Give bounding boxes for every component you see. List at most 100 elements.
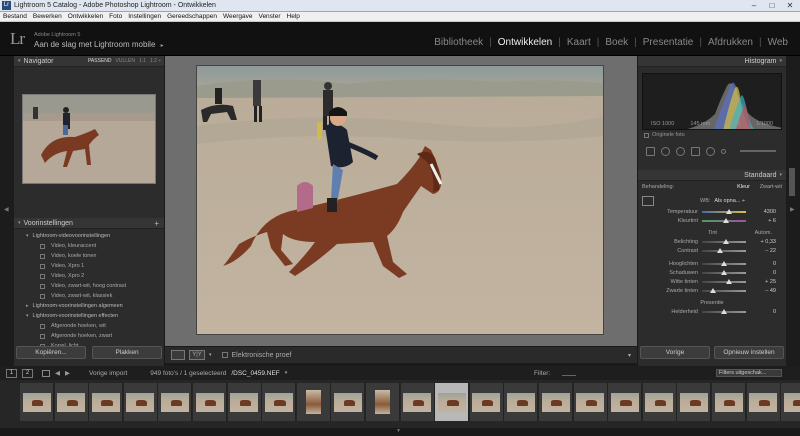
graduated-filter-icon[interactable] <box>691 146 700 156</box>
histogram[interactable]: ISO 1000 145 mm f / 4,0 1/1000 <box>642 73 782 130</box>
menu-item-help[interactable]: Help <box>287 13 300 20</box>
radial-filter-icon[interactable] <box>706 146 715 156</box>
slider-value[interactable]: + 0,33 <box>761 239 776 245</box>
wb-select[interactable]: Als opna... ÷ <box>714 198 745 204</box>
toolbar-menu-icon[interactable]: ▾ <box>628 352 631 359</box>
auto-tone-button[interactable]: Autom. <box>755 230 772 236</box>
slider-row[interactable]: Contrast – 22 <box>638 246 786 255</box>
preset-group[interactable]: ▸ Lightroom-voorinstellingen algemeen <box>14 301 164 311</box>
filmstrip-thumbnail[interactable] <box>20 383 54 421</box>
slider-knob[interactable] <box>721 260 727 266</box>
slider-value[interactable]: 0 <box>773 261 776 267</box>
filmstrip-thumbnail[interactable] <box>435 383 470 421</box>
slider-value[interactable]: 0 <box>773 309 776 315</box>
histogram-header[interactable]: Histogram ▾ <box>638 56 786 67</box>
back-arrow-icon[interactable]: ◀ <box>55 369 60 377</box>
slider-knob[interactable] <box>721 269 727 275</box>
slider-row[interactable]: Helderheid 0 <box>638 307 786 316</box>
menu-item-gereedschappen[interactable]: Gereedschappen <box>167 13 217 20</box>
slider-value[interactable]: 0 <box>773 270 776 276</box>
grid-view-icon[interactable] <box>42 369 50 377</box>
filmstrip-thumbnail[interactable] <box>642 383 677 421</box>
preset-item[interactable]: Video, zwart-wit, hoog contrast <box>14 281 164 291</box>
slider-value[interactable]: + 25 <box>765 279 776 285</box>
filmstrip-thumbnail[interactable] <box>781 383 800 421</box>
previous-button[interactable]: Vorige <box>640 346 710 359</box>
filmstrip-thumbnail[interactable] <box>331 383 366 421</box>
filmstrip-thumbnail[interactable] <box>712 383 746 421</box>
menu-item-ontwikkelen[interactable]: Ontwikkelen <box>68 13 103 20</box>
preset-item[interactable]: Video, koele tonen <box>14 251 164 261</box>
slider-knob[interactable] <box>710 287 716 293</box>
menu-item-instellingen[interactable]: Instellingen <box>128 13 161 20</box>
menu-item-foto[interactable]: Foto <box>109 13 122 20</box>
filter-select[interactable]: Filters uitgeschak... <box>716 369 782 377</box>
slider-row[interactable]: Zwarte tinten – 49 <box>638 286 786 295</box>
slider-knob[interactable] <box>723 238 730 244</box>
treatment-bw[interactable]: Zwart-wit <box>760 184 782 190</box>
module-web[interactable]: Web <box>762 37 794 48</box>
spot-removal-icon[interactable] <box>661 146 670 156</box>
filmstrip-thumbnail[interactable] <box>366 383 400 421</box>
treatment-color[interactable]: Kleur <box>737 184 750 190</box>
original-photo-toggle[interactable]: Originele foto <box>644 132 780 138</box>
crop-tool-icon[interactable] <box>646 146 655 156</box>
loupe-view-button[interactable] <box>171 350 185 360</box>
filmstrip-thumbnail[interactable] <box>539 383 573 421</box>
preset-item[interactable]: Video, Xpro 1 <box>14 261 164 271</box>
file-menu-icon[interactable]: ▾ <box>285 370 288 376</box>
red-eye-icon[interactable] <box>676 146 685 156</box>
filmstrip-source[interactable]: Vorige import <box>89 370 127 377</box>
filmstrip-thumbnail[interactable] <box>608 383 643 421</box>
second-screen-button[interactable]: 2 <box>22 368 33 378</box>
slider-track[interactable] <box>702 269 746 275</box>
zoom-1-1[interactable]: 1:1 <box>139 58 146 64</box>
minimize-icon[interactable]: – <box>748 1 760 10</box>
preset-item[interactable]: Afgeronde hoeken, wit <box>14 321 164 331</box>
slider-knob[interactable] <box>723 217 730 223</box>
filmstrip-thumbnail[interactable] <box>262 383 297 421</box>
slider-knob[interactable] <box>716 247 723 253</box>
slider-knob[interactable] <box>721 308 727 314</box>
slider-track[interactable] <box>702 208 746 214</box>
tool-slider[interactable] <box>740 150 776 152</box>
slider-row[interactable]: Witte tinten + 25 <box>638 277 786 286</box>
flag-filter-icon[interactable] <box>562 370 576 376</box>
filmstrip-thumbnail[interactable] <box>54 383 89 421</box>
slider-row[interactable]: Schaduwen 0 <box>638 268 786 277</box>
module-ontwikkelen[interactable]: Ontwikkelen <box>492 37 558 48</box>
navigator-preview[interactable] <box>22 94 156 184</box>
reset-button[interactable]: Opnieuw instellen <box>714 346 784 359</box>
filmstrip-thumbnail[interactable] <box>193 383 227 421</box>
slider-value[interactable]: + 6 <box>768 218 776 224</box>
slider-track[interactable] <box>702 260 746 266</box>
preset-item[interactable]: Video, zwart-wit, klassiek <box>14 291 164 301</box>
slider-knob[interactable] <box>726 278 733 284</box>
maximize-icon[interactable]: □ <box>766 1 778 10</box>
filmstrip-thumbnail[interactable] <box>123 383 158 421</box>
filmstrip-thumbnail[interactable] <box>469 383 504 421</box>
slider-row[interactable]: Kleurtint + 6 <box>638 216 786 225</box>
filmstrip-thumbnail[interactable] <box>158 383 193 421</box>
zoom-fit[interactable]: PASSEND <box>88 58 112 64</box>
preset-group[interactable]: ▾ Lightroom-voorinstellingen effecten <box>14 311 164 321</box>
slider-row[interactable]: Temperatuur 4300 <box>638 207 786 216</box>
module-kaart[interactable]: Kaart <box>561 37 597 48</box>
module-bibliotheek[interactable]: Bibliotheek <box>428 37 489 48</box>
copy-settings-button[interactable]: Kopiëren... <box>16 346 86 359</box>
right-panel-toggle[interactable]: ▶ <box>786 56 800 366</box>
filmstrip-thumbnail[interactable] <box>573 383 608 421</box>
module-afdrukken[interactable]: Afdrukken <box>702 37 759 48</box>
paste-settings-button[interactable]: Plakken <box>92 346 162 359</box>
add-preset-icon[interactable]: + <box>154 219 159 228</box>
before-after-button[interactable]: Y|Y <box>189 350 205 360</box>
slider-track[interactable] <box>702 287 746 293</box>
slider-knob[interactable] <box>726 208 733 214</box>
preset-item[interactable]: Video, kleuraccent <box>14 241 164 251</box>
adjustment-brush-icon[interactable] <box>721 148 726 154</box>
slider-row[interactable]: Hooglichten 0 <box>638 259 786 268</box>
menu-item-weergave[interactable]: Weergave <box>223 13 253 20</box>
navigator-header[interactable]: ▾ Navigator PASSEND VULLEN 1:1 1:2 ÷ <box>14 56 164 67</box>
presets-header[interactable]: ▾ Voorinstellingen + <box>14 218 164 229</box>
forward-arrow-icon[interactable]: ▶ <box>65 369 70 377</box>
